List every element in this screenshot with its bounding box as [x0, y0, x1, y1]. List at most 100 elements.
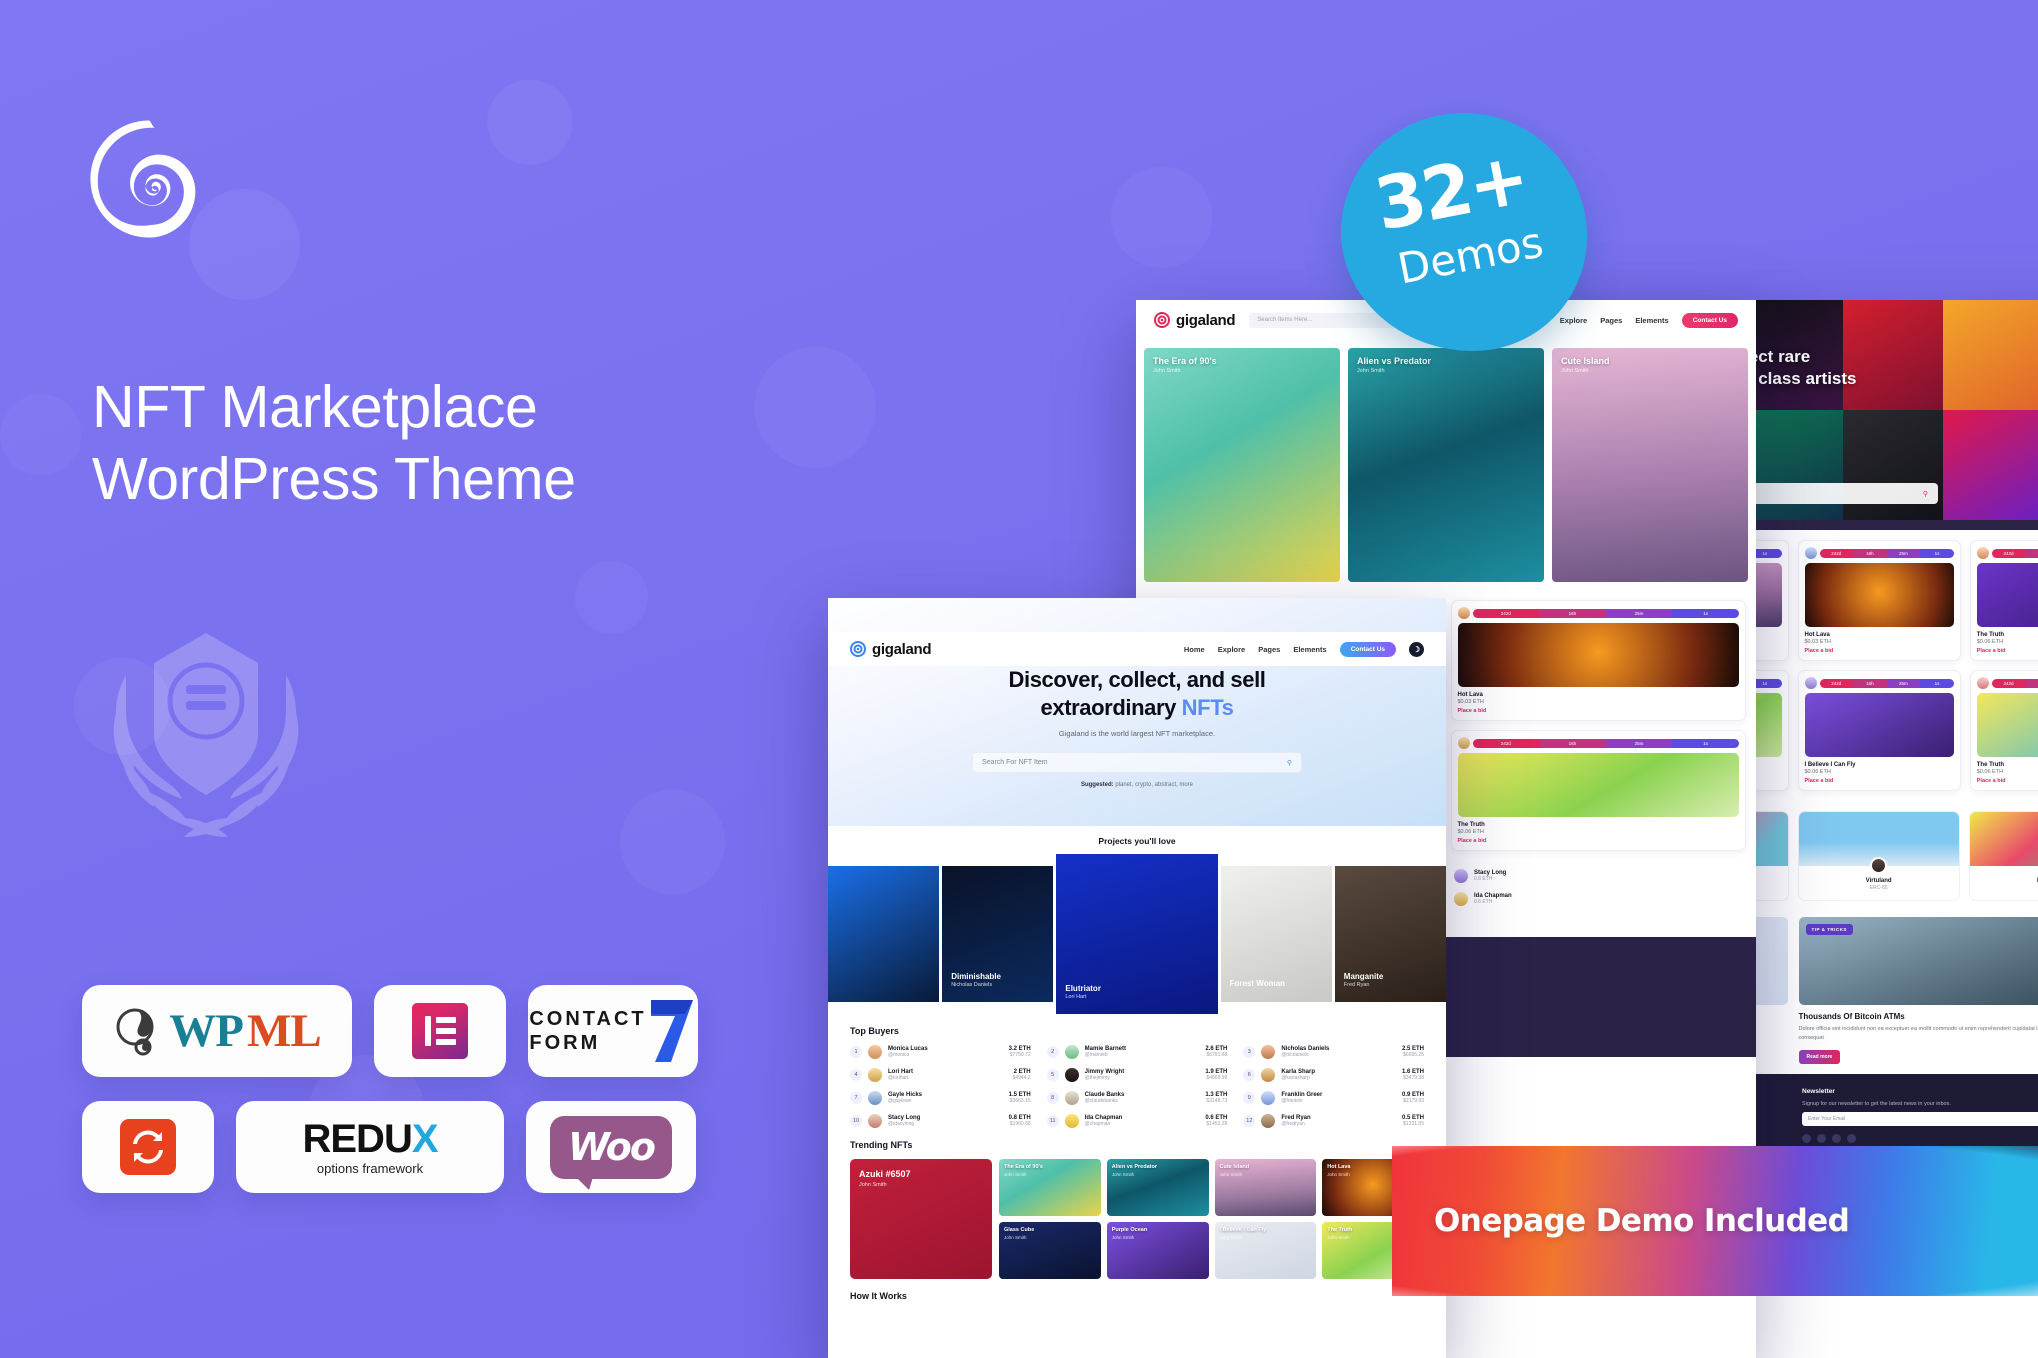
buyer-row[interactable]: 11 Ida Chapman @chapman 0.6 ETH $1453.28 [1046, 1114, 1228, 1128]
nav-explore[interactable]: Explore [1560, 316, 1588, 325]
trending-card[interactable]: Cute Island John Smith [1214, 1159, 1317, 1216]
hero-tile[interactable]: The Era of 90's John Smith [1144, 348, 1340, 582]
plugin-card-redux[interactable]: REDUX options framework [236, 1101, 504, 1193]
twitter-icon[interactable] [1817, 1133, 1826, 1143]
read-more-button[interactable]: Read more [1798, 1049, 1841, 1064]
buyer-row[interactable]: 9 Franklin Greer @franklin 0.9 ETH $2179.93 [1243, 1091, 1424, 1105]
hero-tile[interactable]: Cute Island John Smith [1552, 348, 1748, 582]
buyer-row[interactable]: 4 Lori Hart @lorihart 2 ETH $4944.2 [850, 1068, 1031, 1082]
collection-cover [1969, 812, 2038, 866]
redux-x-mark: X [411, 1116, 439, 1161]
buyer-row[interactable]: 5 Jimmy Wright @thejimmy 1.9 ETH $4669.99 [1046, 1068, 1227, 1082]
trending-card[interactable]: Purple Ocean John Smith [1106, 1222, 1209, 1279]
hero-title-accent: NFTs [1181, 694, 1234, 720]
projects-carousel[interactable]: Diminishable Nicholas Daniels Elutriator… [828, 854, 1446, 1014]
buyer-handle: @thejimmy [1084, 1075, 1110, 1081]
place-a-bid-button[interactable]: Place a bid [1458, 708, 1740, 714]
buyer-row[interactable]: 10 Stacy Long @stacylong 0.8 ETH $1960.68 [850, 1114, 1031, 1128]
wpml-ml-text: ML [247, 1005, 322, 1057]
social-links[interactable] [1802, 1133, 2038, 1143]
tile-title: Alien vs Predator [1357, 356, 1432, 366]
buyer-row[interactable]: 3 Nicholas Daniels @nicdaniels 2.5 ETH $6695… [1243, 1045, 1424, 1059]
buyer-rank: 3 [1243, 1046, 1256, 1058]
nav-home[interactable]: Home [1184, 645, 1205, 654]
countdown-minutes: 25m [1886, 548, 1921, 558]
countdown-minutes: 25m [1605, 608, 1673, 618]
collection-name: Virtuland [1865, 878, 1892, 884]
trending-carousel[interactable]: Azuki #6507 John Smith The Era of 90's Jo… [850, 1159, 1424, 1279]
carousel-slide[interactable]: Manganite Fred Ryan [1334, 866, 1446, 1002]
trending-hero-author: John Smith [859, 1182, 887, 1188]
tile-author: John Smith [1561, 368, 1589, 374]
buyer-row[interactable]: 8 Claude Banks @claudebanks 1.3 ETH $3148.73 [1046, 1091, 1227, 1105]
plugin-card-woocommerce[interactable]: Woo [526, 1101, 696, 1193]
facebook-icon[interactable] [1802, 1133, 1811, 1143]
trending-card[interactable]: I Believe I Can Fly John Smith [1214, 1222, 1317, 1279]
nft-card[interactable]: 242d 16h 25m 1s I Believe I Can Fly $0.0… [1797, 670, 1961, 791]
carousel-slide-active[interactable]: Elutriator Lori Hart [1056, 854, 1218, 1014]
buyer-row[interactable]: 1 Monica Lucas @monica 3.2 ETH $7750.72 [850, 1045, 1031, 1059]
nft-card[interactable]: 242d 16h 25m 1s The Truth $0.06 ETH Plac… [1450, 730, 1746, 851]
hero-search-input[interactable]: Search For NFT Item ⚲ [972, 752, 1302, 774]
buyer-rank: 8 [1046, 1092, 1059, 1104]
plugin-card-elementor[interactable] [374, 985, 506, 1077]
hero-tile[interactable]: Alien vs Predator John Smith [1348, 348, 1544, 582]
mockup-mid-search-input[interactable]: Search Items Here... [1249, 312, 1400, 328]
trending-card[interactable]: The Era of 90's John Smith [999, 1159, 1101, 1216]
carousel-slide[interactable] [828, 866, 940, 1002]
buyer-rank: 2 [1046, 1046, 1059, 1058]
trending-card[interactable]: Glass Cube John Smith [999, 1222, 1101, 1279]
nft-title: The Truth [1976, 762, 2005, 768]
nft-card[interactable]: 242d 16h 25m 1s Hot Lava $0.03 ETH Place… [1450, 600, 1746, 721]
buyer-row[interactable]: Stacy Long 0.8 ETH [1454, 869, 1744, 883]
mockup-mid-brand[interactable]: gigaland [1154, 311, 1236, 329]
nft-card[interactable]: 242d 16h 25m 1s The Truth $0.06 ETH Plac… [1969, 540, 2038, 661]
place-a-bid-button[interactable]: Place a bid [1805, 778, 1954, 784]
place-a-bid-button[interactable]: Place a bid [1458, 838, 1740, 844]
plugin-card-wpml[interactable]: WP ML [82, 985, 352, 1077]
linkedin-icon[interactable] [1832, 1133, 1841, 1143]
buyer-row[interactable]: 6 Karla Sharp @karlasharp 1.6 ETH $3479.38 [1243, 1068, 1424, 1082]
newsletter-email-input[interactable]: Enter Your Email [1802, 1111, 2038, 1126]
collection-card[interactable]: Papercut ERC-42 [1968, 811, 2038, 901]
contact-us-button[interactable]: Contact Us [1339, 641, 1396, 657]
carousel-slide[interactable]: Forest Woman [1220, 866, 1332, 1002]
buyer-row[interactable]: 2 Mamie Barnett @mamieb 2.6 ETH $6791.68 [1046, 1045, 1227, 1059]
plugin-card-contact-form-7[interactable]: CONTACT FORM [528, 985, 698, 1077]
trending-card-title: Cute Island [1219, 1164, 1250, 1170]
trending-grid: The Era of 90's John Smith Alien vs Predat… [999, 1159, 1424, 1279]
trending-card[interactable]: Alien vs Predator John Smith [1106, 1159, 1209, 1216]
buyer-row[interactable]: 7 Gayle Hicks @gaylewe 1.5 ETH $3663.15 [850, 1091, 1031, 1105]
place-a-bid-button[interactable]: Place a bid [1977, 648, 2038, 654]
hero-title: Discover, collect, and sell extraordinar… [828, 666, 1446, 721]
nav-pages[interactable]: Pages [1258, 645, 1280, 654]
trending-hero-card[interactable]: Azuki #6507 John Smith [850, 1159, 992, 1279]
moon-icon[interactable]: ☽ [1409, 641, 1424, 657]
nav-elements[interactable]: Elements [1635, 316, 1668, 325]
cf7-line2: FORM [529, 1032, 601, 1054]
nav-explore[interactable]: Explore [1218, 645, 1246, 654]
buyer-row[interactable]: Ida Chapman 0.6 ETH [1454, 892, 1744, 906]
onepage-demo-banner: Onepage Demo Included [1392, 1146, 2038, 1296]
nav-elements[interactable]: Elements [1293, 645, 1326, 654]
mockup-home-page[interactable]: gigaland Home Explore Pages Elements Con… [828, 598, 1446, 1358]
buyer-row[interactable]: 12 Fred Ryan @fredryan 0.5 ETH $1231.05 [1243, 1114, 1424, 1128]
nav-pages[interactable]: Pages [1600, 316, 1622, 325]
buyer-usd: $1453.28 [1206, 1121, 1228, 1127]
place-a-bid-button[interactable]: Place a bid [1977, 778, 2038, 784]
place-a-bid-button[interactable]: Place a bid [1805, 648, 1954, 654]
contact-us-button[interactable]: Contact Us [1681, 312, 1738, 328]
footer-newsletter-column: Newsletter Signup for our newsletter to … [1802, 1088, 2038, 1151]
nft-card[interactable]: 242d 16h 25m 1s The Truth $0.06 ETH Plac… [1969, 670, 2038, 791]
nft-title: I Believe I Can Fly [1804, 762, 1856, 768]
carousel-slide[interactable]: Diminishable Nicholas Daniels [942, 866, 1054, 1002]
search-icon: ⚲ [1922, 490, 1928, 498]
brand-text: gigaland [1176, 311, 1236, 329]
countdown-minutes: 25m [1886, 678, 1921, 688]
nft-card[interactable]: 242d 16h 25m 1s Hot Lava $0.03 ETH Place… [1797, 540, 1961, 661]
plugin-card-wpbakery[interactable] [82, 1101, 214, 1193]
blog-post[interactable]: TIP & TRICKS Thousands Of Bitcoin ATMs D… [1798, 917, 2038, 1064]
front-brand[interactable]: gigaland [850, 641, 932, 658]
collection-card[interactable]: Virtuland ERC-85 [1797, 811, 1960, 901]
instagram-icon[interactable] [1847, 1133, 1856, 1143]
